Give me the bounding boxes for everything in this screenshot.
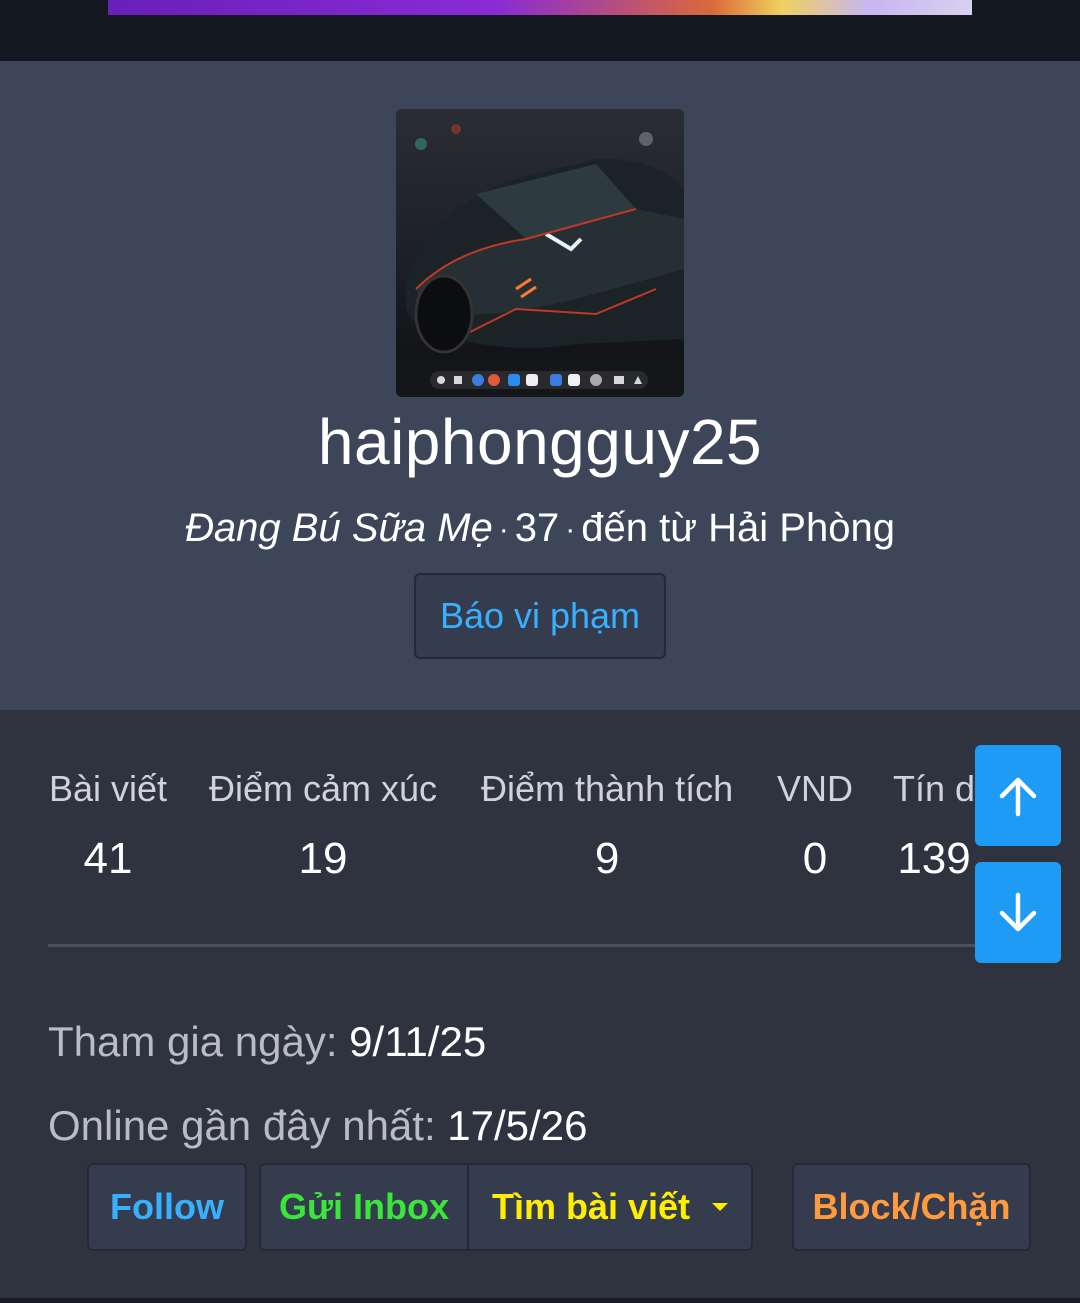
- find-posts-label: Tìm bài viết: [491, 1186, 691, 1227]
- stat-reaction-score[interactable]: Điểm cảm xúc 19: [209, 768, 437, 884]
- avatar-car-image: [396, 109, 684, 397]
- stat-value: 41: [83, 834, 133, 883]
- user-location: đến từ Hải Phòng: [581, 506, 895, 550]
- arrow-up-icon: [999, 777, 1037, 816]
- username: haiphongguy25: [317, 406, 763, 478]
- stats-row: Bài viết 41 Điểm cảm xúc 19 Điểm thành t…: [0, 710, 1080, 960]
- meta-separator: ·: [565, 513, 576, 547]
- user-meta: Đang Bú Sữa Mẹ · 37 · đến từ Hải Phòng: [0, 506, 1080, 551]
- stat-posts[interactable]: Bài viết 41: [49, 768, 167, 884]
- stat-value: 0: [802, 834, 828, 883]
- find-posts-dropdown[interactable]: Tìm bài viết: [467, 1163, 753, 1251]
- action-buttons: Follow Gửi Inbox Tìm bài viết Block/Chặn: [0, 1163, 1080, 1251]
- stat-value: 9: [594, 834, 620, 883]
- stat-label: VND: [777, 768, 854, 809]
- stat-achievement-points[interactable]: Điểm thành tích 9: [481, 768, 733, 884]
- arrow-down-icon: [999, 892, 1037, 931]
- stat-label: Điểm thành tích: [481, 768, 734, 809]
- joined-label: Tham gia ngày:: [48, 1018, 338, 1065]
- stat-credit[interactable]: Tín d 139: [893, 768, 975, 884]
- meta-separator: ·: [498, 513, 509, 547]
- stat-label: Điểm cảm xúc: [209, 768, 438, 809]
- online-value: 17/5/26: [447, 1102, 588, 1149]
- online-label: Online gần đây nhất:: [48, 1102, 436, 1149]
- scroll-up-button[interactable]: [975, 745, 1061, 846]
- stat-value: 19: [298, 834, 348, 883]
- joined-date: Tham gia ngày: 9/11/25: [48, 1018, 486, 1066]
- top-bar: [0, 0, 1080, 61]
- send-inbox-button[interactable]: Gửi Inbox: [259, 1163, 469, 1251]
- stat-label: Tín d: [893, 768, 976, 809]
- user-age: 37: [514, 506, 560, 550]
- block-button[interactable]: Block/Chặn: [792, 1163, 1031, 1251]
- report-button[interactable]: Báo vi phạm: [414, 573, 666, 659]
- banner-image[interactable]: [108, 0, 972, 15]
- last-online: Online gần đây nhất: 17/5/26: [48, 1102, 587, 1150]
- user-title: Đang Bú Sữa Mẹ: [185, 506, 493, 550]
- caret-down-icon: [712, 1203, 729, 1211]
- joined-value: 9/11/25: [349, 1018, 487, 1065]
- avatar[interactable]: [396, 109, 684, 397]
- follow-button[interactable]: Follow: [87, 1163, 247, 1251]
- stat-vnd[interactable]: VND 0: [777, 768, 853, 884]
- stat-value: 139: [897, 834, 971, 883]
- stat-label: Bài viết: [49, 768, 168, 809]
- bottom-edge: [0, 1298, 1080, 1303]
- divider: [48, 944, 1048, 947]
- scroll-down-button[interactable]: [975, 862, 1061, 963]
